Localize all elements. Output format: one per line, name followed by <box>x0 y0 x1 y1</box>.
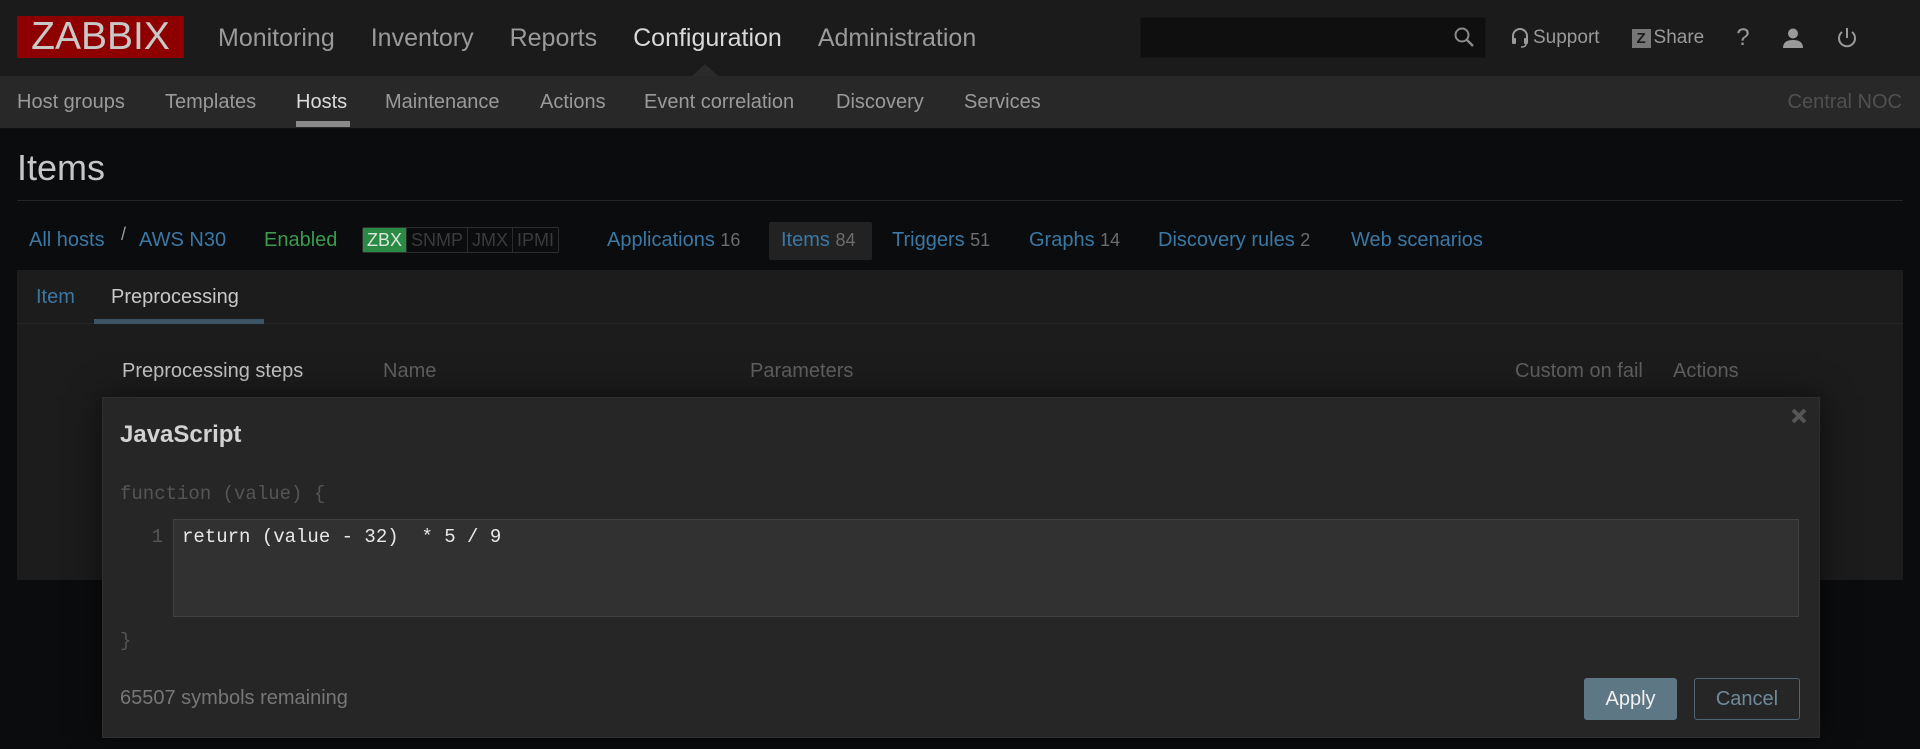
link-label: Triggers <box>892 229 965 251</box>
cancel-button[interactable]: Cancel <box>1694 678 1800 720</box>
link-label: Items <box>781 229 830 251</box>
subnav-maintenance[interactable]: Maintenance <box>385 76 500 129</box>
subnav-event-correlation[interactable]: Event correlation <box>644 76 794 129</box>
dialog-title: JavaScript <box>120 421 242 448</box>
mainnav-reports[interactable]: Reports <box>510 0 598 76</box>
availability-indicators: ZBX SNMP JMX IPMI <box>362 227 560 253</box>
tab-preprocessing[interactable]: Preprocessing <box>94 270 256 324</box>
link-count: 14 <box>1100 230 1121 250</box>
tab-item[interactable]: Item <box>36 270 75 324</box>
mainnav-monitoring[interactable]: Monitoring <box>218 0 335 76</box>
link-items[interactable]: Items 84 <box>781 220 856 260</box>
breadcrumb-separator: / <box>121 224 127 244</box>
host-navigation: All hosts / AWS N30 Enabled ZBX SNMP JMX… <box>0 220 1920 260</box>
item-tabs: Item Preprocessing <box>17 270 1903 324</box>
top-header: ZABBIX Monitoring Inventory Reports Conf… <box>0 0 1920 76</box>
availability-jmx: JMX <box>467 228 512 252</box>
active-subnav-indicator <box>296 121 350 127</box>
active-menu-caret <box>692 64 718 76</box>
server-name: Central NOC <box>1787 91 1902 113</box>
close-icon[interactable] <box>1789 406 1809 426</box>
power-icon <box>1837 28 1856 48</box>
share-link[interactable]: Z Share <box>1631 27 1705 49</box>
column-header-custom-on-fail: Custom on fail <box>1515 360 1643 382</box>
mainnav-administration[interactable]: Administration <box>818 0 976 76</box>
column-header-name: Name <box>383 360 437 382</box>
search-icon[interactable] <box>1453 26 1475 48</box>
user-profile-button[interactable] <box>1782 27 1804 49</box>
code-editor[interactable]: return (value - 32) * 5 / 9 <box>173 519 1799 617</box>
link-count: 84 <box>835 230 856 250</box>
line-number: 1 <box>151 526 163 548</box>
subnav-discovery[interactable]: Discovery <box>836 76 924 129</box>
subnav-templates[interactable]: Templates <box>165 76 256 129</box>
headset-icon <box>1512 28 1528 48</box>
support-link[interactable]: Support <box>1510 27 1600 49</box>
host-status[interactable]: Enabled <box>264 220 337 260</box>
active-tab-indicator <box>94 319 264 324</box>
column-header-actions: Actions <box>1673 360 1739 382</box>
link-triggers[interactable]: Triggers 51 <box>892 220 990 260</box>
zabbix-logo[interactable]: ZABBIX <box>17 16 184 58</box>
breadcrumb-all-hosts[interactable]: All hosts <box>29 220 105 260</box>
link-web-scenarios[interactable]: Web scenarios <box>1351 220 1483 260</box>
link-label: Graphs <box>1029 229 1095 251</box>
share-label: Share <box>1653 27 1705 48</box>
title-divider <box>17 200 1903 201</box>
javascript-dialog: JavaScript function (value) { 1 return (… <box>102 397 1820 738</box>
zabbix-share-icon: Z <box>1631 28 1651 48</box>
help-button[interactable]: ? <box>1736 24 1749 52</box>
help-icon: ? <box>1736 24 1750 51</box>
user-icon <box>1782 28 1803 48</box>
link-label: Discovery rules <box>1158 229 1295 251</box>
link-applications[interactable]: Applications 16 <box>607 220 740 260</box>
link-discovery-rules[interactable]: Discovery rules 2 <box>1158 220 1310 260</box>
preprocessing-steps-label: Preprocessing steps <box>122 360 304 382</box>
code-prefix: function (value) { <box>120 483 326 505</box>
availability-zbx: ZBX <box>363 228 407 252</box>
support-label: Support <box>1533 27 1600 48</box>
link-count: 16 <box>720 230 741 250</box>
availability-snmp: SNMP <box>406 228 467 252</box>
availability-ipmi: IPMI <box>512 228 558 252</box>
subnav-host-groups[interactable]: Host groups <box>17 76 125 129</box>
main-nav: Monitoring Inventory Reports Configurati… <box>218 0 1012 76</box>
sub-nav: Host groups Templates Hosts Maintenance … <box>0 76 1920 129</box>
mainnav-inventory[interactable]: Inventory <box>371 0 474 76</box>
link-label: Applications <box>607 229 715 251</box>
search-input[interactable] <box>1140 17 1486 58</box>
column-header-parameters: Parameters <box>750 360 854 382</box>
apply-button[interactable]: Apply <box>1584 678 1677 720</box>
link-count: 2 <box>1300 230 1311 250</box>
breadcrumb-host[interactable]: AWS N30 <box>139 220 226 260</box>
logout-button[interactable] <box>1836 27 1858 49</box>
link-graphs[interactable]: Graphs 14 <box>1029 220 1120 260</box>
symbols-remaining: 65507 symbols remaining <box>120 687 348 709</box>
page-title: Items <box>17 147 106 188</box>
subnav-actions[interactable]: Actions <box>540 76 606 129</box>
subnav-services[interactable]: Services <box>964 76 1041 129</box>
link-label: Web scenarios <box>1351 229 1483 251</box>
link-count: 51 <box>970 230 991 250</box>
header-tools: Support Z Share ? <box>1510 0 1890 76</box>
code-suffix: } <box>120 630 132 652</box>
